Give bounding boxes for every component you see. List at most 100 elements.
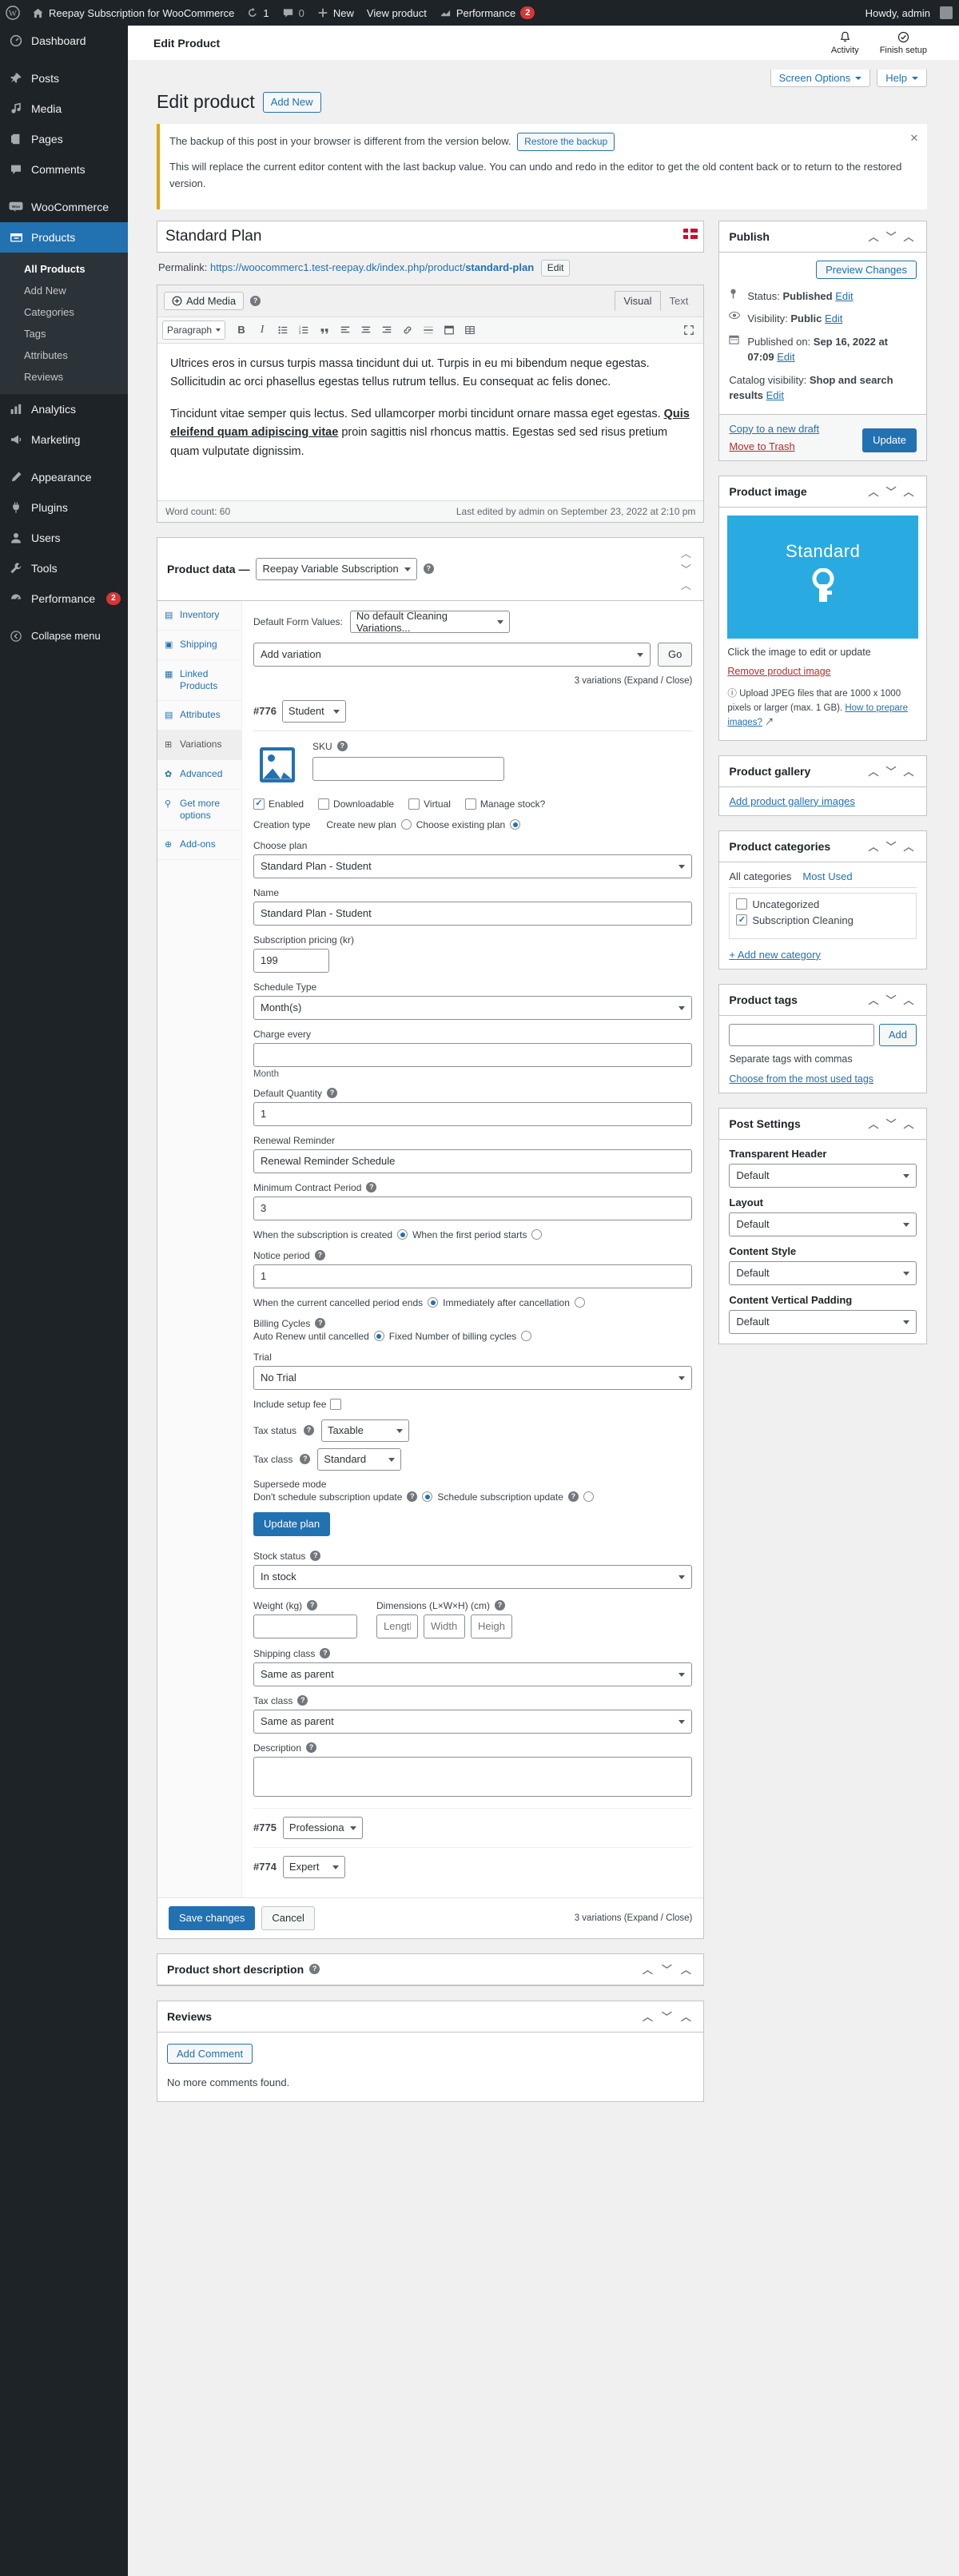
toggle-panel-icon[interactable]: ︿ <box>678 577 694 593</box>
layout-select[interactable]: Default <box>729 1212 917 1236</box>
blockquote-icon[interactable] <box>315 321 334 340</box>
when-first-period-radio[interactable] <box>531 1229 543 1240</box>
comments-link[interactable]: 0 <box>276 0 311 26</box>
choose-existing-plan-radio[interactable] <box>510 819 521 830</box>
schedule-update-radio[interactable] <box>583 1491 594 1503</box>
help-icon[interactable]: ? <box>495 1600 506 1611</box>
updates-link[interactable]: 1 <box>241 0 275 26</box>
variation-attribute-select[interactable]: Student <box>281 699 346 723</box>
move-down-icon[interactable]: ﹀ <box>659 2009 674 2025</box>
sidebar-item-posts[interactable]: Posts <box>0 63 128 94</box>
edit-status-link[interactable]: Edit <box>835 290 853 302</box>
tax-class-select[interactable]: Standard <box>317 1447 402 1471</box>
move-up-icon[interactable]: ︿ <box>865 763 881 779</box>
toolbar-toggle-icon[interactable] <box>440 321 459 340</box>
help-icon[interactable]: ? <box>567 1491 579 1503</box>
shipping-class-select[interactable]: Same as parent <box>253 1662 693 1686</box>
sidebar-item-add-new[interactable]: Add New <box>0 280 128 301</box>
default-quantity-input[interactable] <box>253 1101 693 1126</box>
variation-775-select[interactable]: Professiona <box>282 1816 363 1839</box>
category-uncategorized[interactable]: Uncategorized <box>736 898 909 910</box>
product-type-select[interactable]: Reepay Variable Subscription <box>256 557 417 580</box>
update-button[interactable]: Update <box>862 428 917 452</box>
sidebar-item-users[interactable]: Users <box>0 523 128 553</box>
tab-add-ons[interactable]: ⊕ Add-ons <box>157 830 241 860</box>
tab-shipping[interactable]: ▣ Shipping <box>157 631 241 660</box>
align-left-icon[interactable] <box>336 321 355 340</box>
performance-link[interactable]: Performance 2 <box>433 0 542 26</box>
italic-icon[interactable]: I <box>253 321 272 340</box>
most-used-tags-link[interactable]: Choose from the most used tags <box>729 1073 873 1085</box>
add-variation-select[interactable]: Add variation <box>253 642 651 667</box>
preview-changes-button[interactable]: Preview Changes <box>816 260 917 279</box>
sidebar-item-categories[interactable]: Categories <box>0 301 128 323</box>
help-icon[interactable]: ? <box>250 295 261 306</box>
close-icon[interactable]: ✕ <box>908 132 921 145</box>
numbered-list-icon[interactable]: 123 <box>294 321 313 340</box>
sidebar-item-analytics[interactable]: Analytics <box>0 394 128 424</box>
tab-most-used[interactable]: Most Used <box>802 870 852 882</box>
variation-count-bottom[interactable]: 3 variations (Expand / Close) <box>575 1913 693 1923</box>
update-plan-button[interactable]: Update plan <box>253 1511 331 1536</box>
copy-to-new-draft-link[interactable]: Copy to a new draft <box>729 423 819 435</box>
move-down-icon[interactable]: ﹀ <box>883 992 899 1008</box>
move-up-icon[interactable]: ︿ <box>865 484 881 500</box>
sidebar-item-media[interactable]: Media <box>0 94 128 124</box>
move-down-icon[interactable]: ﹀ <box>678 561 694 577</box>
remove-product-image-link[interactable]: Remove product image <box>727 666 918 677</box>
add-new-category-link[interactable]: + Add new category <box>729 949 821 961</box>
sidebar-item-plugins[interactable]: Plugins <box>0 492 128 523</box>
screen-options-button[interactable]: Screen Options <box>770 70 871 87</box>
product-image-preview[interactable]: Standard <box>727 515 918 639</box>
sidebar-item-all-products[interactable]: All Products <box>0 258 128 280</box>
move-up-icon[interactable]: ︿ <box>865 1116 881 1132</box>
subscription-pricing-input[interactable] <box>253 948 329 973</box>
edit-catalog-link[interactable]: Edit <box>766 389 784 401</box>
virtual-checkbox[interactable]: Virtual <box>408 798 451 810</box>
sidebar-item-marketing[interactable]: Marketing <box>0 424 128 455</box>
width-input[interactable] <box>424 1614 465 1638</box>
sku-input[interactable] <box>312 756 504 781</box>
help-icon[interactable]: ? <box>320 1648 331 1659</box>
toggle-panel-icon[interactable]: ︿ <box>901 763 917 779</box>
add-new-button[interactable]: Add New <box>262 91 321 113</box>
help-icon[interactable]: ? <box>314 1250 325 1261</box>
enabled-checkbox[interactable]: Enabled <box>253 798 304 810</box>
height-input[interactable] <box>471 1614 512 1638</box>
auto-renew-radio[interactable] <box>373 1331 384 1342</box>
tab-attributes[interactable]: ▤ Attributes <box>157 701 241 731</box>
downloadable-checkbox[interactable]: Downloadable <box>318 798 394 810</box>
move-up-icon[interactable]: ︿ <box>865 229 881 245</box>
help-icon[interactable]: ? <box>306 1742 317 1754</box>
product-title-input[interactable] <box>157 221 704 252</box>
notice-period-input[interactable] <box>253 1264 693 1288</box>
category-subscription-cleaning[interactable]: Subscription Cleaning <box>736 914 909 926</box>
variation-count-top[interactable]: 3 variations (Expand / Close) <box>253 676 693 686</box>
help-icon[interactable]: ? <box>307 1600 318 1611</box>
choose-plan-select[interactable]: Standard Plan - Student <box>253 854 693 878</box>
transparent-header-select[interactable]: Default <box>729 1163 917 1188</box>
new-content-link[interactable]: New <box>311 0 360 26</box>
variation-image[interactable] <box>253 741 301 789</box>
toggle-panel-icon[interactable]: ︿ <box>901 229 917 245</box>
toggle-panel-icon[interactable]: ︿ <box>901 838 917 854</box>
bullet-list-icon[interactable] <box>273 321 292 340</box>
default-form-values-select[interactable]: No default Cleaning Variations... <box>349 610 510 634</box>
help-icon[interactable]: ? <box>310 1551 321 1562</box>
move-down-icon[interactable]: ﹀ <box>883 763 899 779</box>
tab-advanced[interactable]: ✿ Advanced <box>157 760 241 790</box>
include-setup-fee-checkbox[interactable]: Include setup fee <box>253 1398 692 1410</box>
sidebar-item-attributes[interactable]: Attributes <box>0 344 128 366</box>
variation-774-select[interactable]: Expert <box>282 1855 345 1878</box>
read-more-icon[interactable] <box>419 321 438 340</box>
dont-schedule-radio[interactable] <box>422 1491 433 1503</box>
trial-select[interactable]: No Trial <box>253 1365 693 1390</box>
product-tags-input[interactable] <box>729 1023 874 1046</box>
move-down-icon[interactable]: ﹀ <box>883 484 899 500</box>
move-up-icon[interactable]: ︿ <box>678 545 694 561</box>
tab-get-more-options[interactable]: ⚲ Get more options <box>157 790 241 830</box>
bold-icon[interactable]: B <box>232 321 251 340</box>
restore-backup-button[interactable]: Restore the backup <box>517 132 615 152</box>
move-down-icon[interactable]: ﹀ <box>883 1116 899 1132</box>
cancel-button[interactable]: Cancel <box>261 1905 315 1930</box>
